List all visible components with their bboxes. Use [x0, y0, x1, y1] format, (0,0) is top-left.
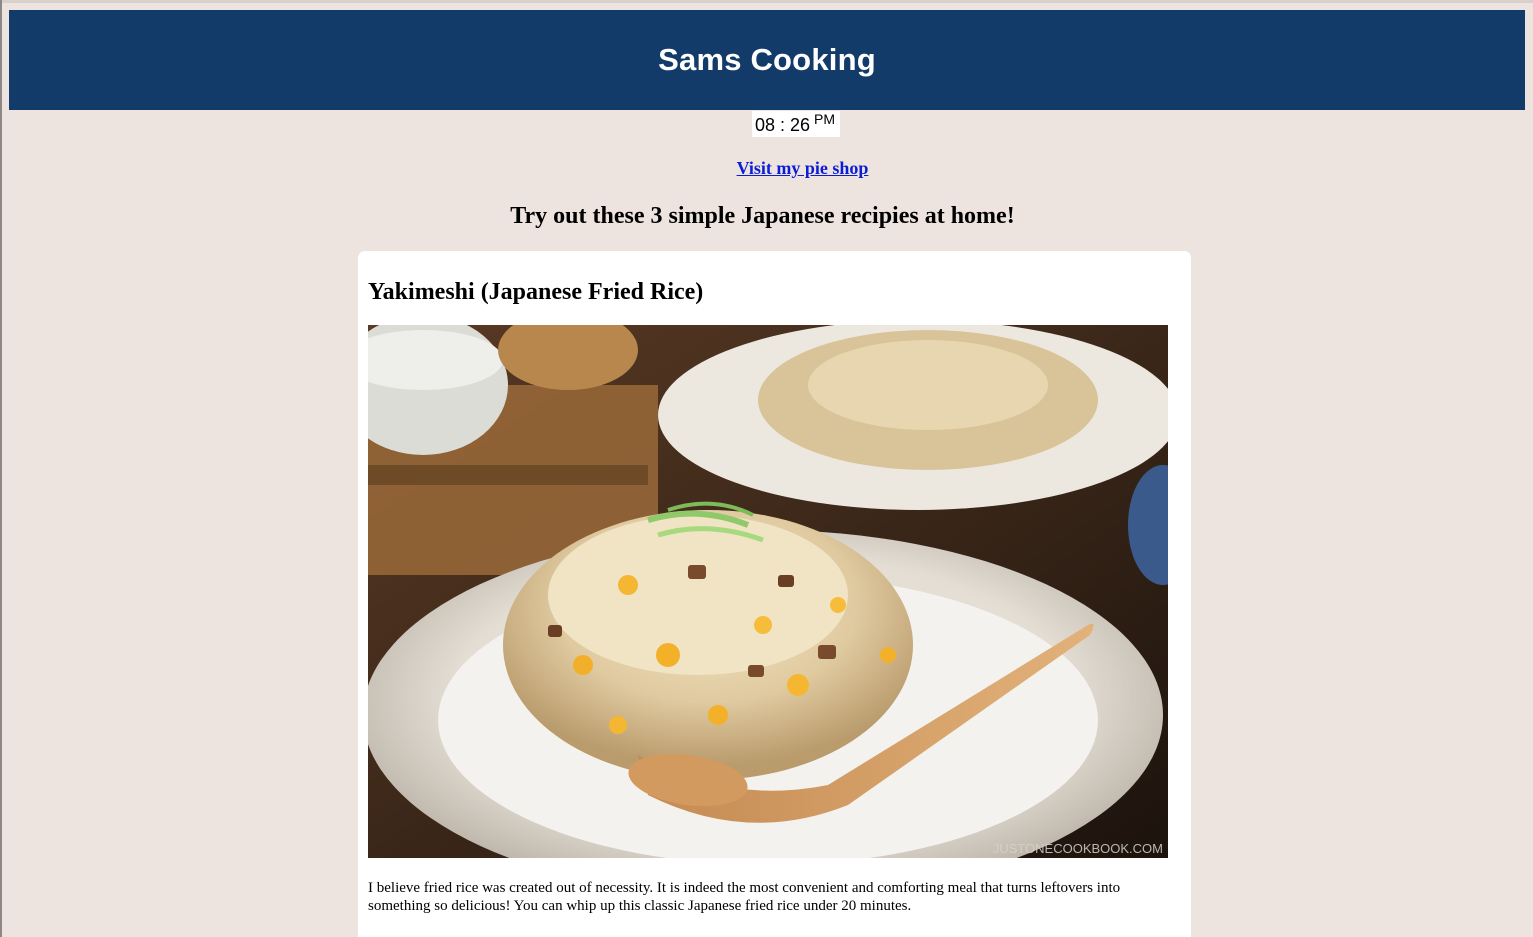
fried-rice-image: JUSTONECOOKBOOK.COM	[368, 325, 1168, 858]
clock-period: PM	[814, 111, 835, 127]
site-title: Sams Cooking	[658, 42, 876, 77]
clock-time: 08 : 26	[755, 115, 811, 135]
intro-heading: Try out these 3 simple Japanese recipies…	[510, 203, 1015, 229]
recipe-description: I believe fried rice was created out of …	[368, 880, 1121, 914]
recipe-card: Yakimeshi (Japanese Fried Rice) JUSTONEC…	[358, 251, 1191, 937]
window-left-edge	[0, 0, 2, 937]
image-watermark: JUSTONECOOKBOOK.COM	[993, 841, 1163, 856]
browser-top-strip	[0, 0, 1533, 3]
recipe-photo: JUSTONECOOKBOOK.COM	[368, 325, 1168, 858]
site-header: Sams Cooking	[9, 10, 1525, 110]
clock-widget: 08 : 26 PM	[752, 111, 840, 137]
recipe-title: Yakimeshi (Japanese Fried Rice)	[368, 279, 704, 305]
page: Sams Cooking 08 : 26 PM Visit my pie sho…	[0, 0, 1533, 937]
pie-shop-link[interactable]: Visit my pie shop	[0, 158, 1533, 179]
